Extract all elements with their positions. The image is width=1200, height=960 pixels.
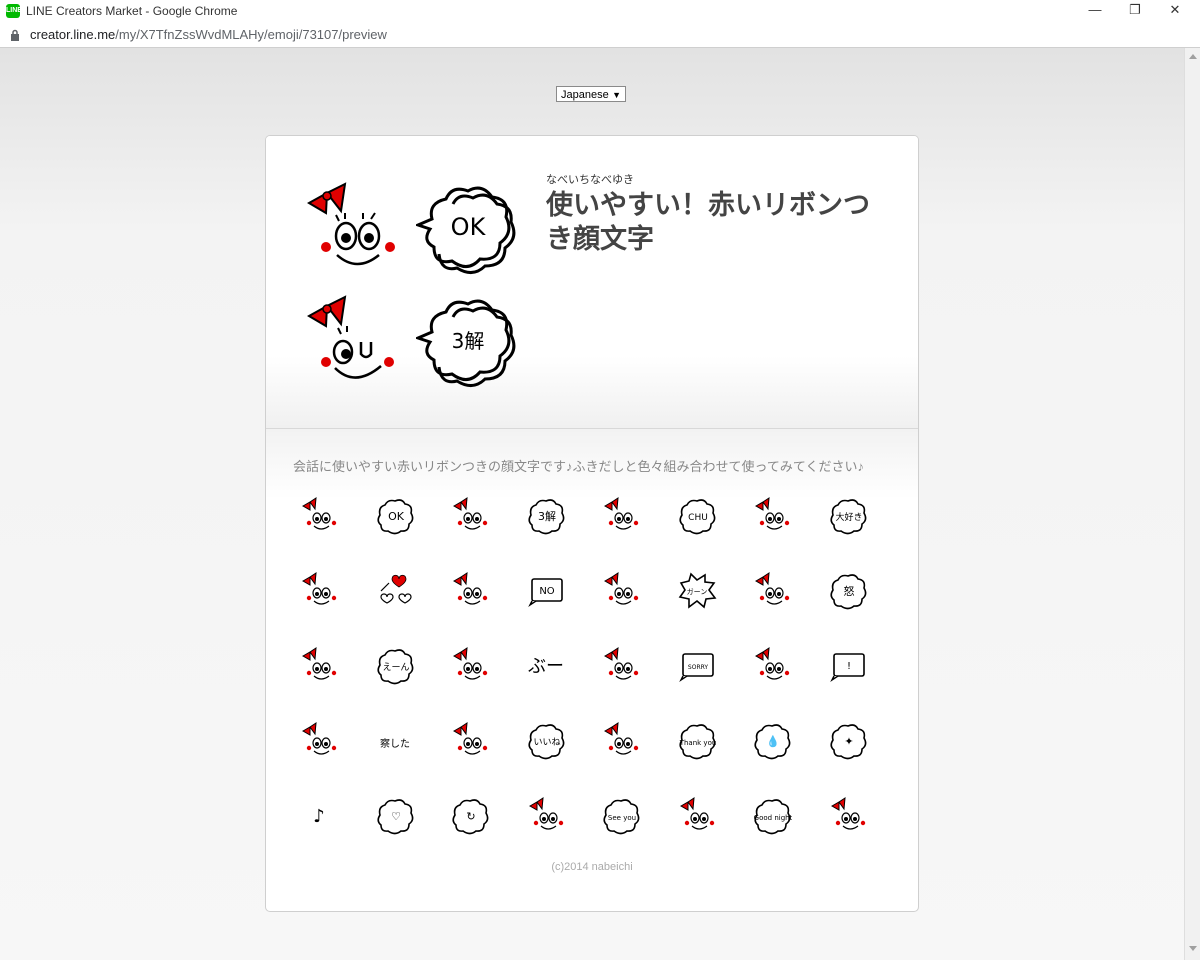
emoji-label: Good night	[754, 814, 792, 822]
emoji-label: えーん	[382, 662, 409, 673]
goodnight-bubble-icon[interactable]: Good night	[752, 796, 792, 836]
emoji-label: Thank you	[678, 739, 716, 747]
emoji-label: ガーン	[686, 587, 707, 596]
ribbon-face-wink-icon[interactable]	[450, 496, 490, 536]
language-select[interactable]: Japanese ▼	[556, 86, 626, 102]
svg-text:3解: 3解	[452, 329, 485, 353]
address-bar[interactable]: creator.line.me/my/X7TfnZssWvdMLAHy/emoj…	[0, 22, 1200, 48]
emoji-label: 察した	[380, 737, 410, 750]
ribbon-face-shock-icon[interactable]	[601, 571, 641, 611]
ribbon-face-grin-icon[interactable]	[601, 721, 641, 761]
een-bubble-icon[interactable]: えーん	[375, 646, 415, 686]
ribbon-face-surprised-icon[interactable]	[752, 646, 792, 686]
ryokai-bubble-icon[interactable]: 3解	[526, 496, 566, 536]
chu-bubble-icon[interactable]: CHU	[677, 496, 717, 536]
emoji-label: See you	[608, 814, 636, 822]
pack-title: 使いやすい！赤いリボンつき顔文字	[546, 190, 870, 254]
buu-text-icon[interactable]: ぶー	[526, 646, 566, 686]
ok-bubble-icon[interactable]: OK	[375, 496, 415, 536]
hero-ok-bubble-icon: OK	[416, 186, 516, 274]
emoji-label: ♡	[391, 810, 401, 823]
heart-face-bubble-icon[interactable]: ♡	[375, 796, 415, 836]
emoji-label: OK	[388, 510, 405, 523]
copyright-text: (c)2014 nabeichi	[551, 861, 633, 873]
music-notes-icon[interactable]: ♪	[299, 796, 339, 836]
author-name: なべいちなべゆき	[546, 174, 634, 186]
window-titlebar: LINE LINE Creators Market - Google Chrom…	[0, 0, 1200, 23]
restore-button[interactable]: ❐	[1116, 0, 1154, 22]
gaan-burst-icon[interactable]: ガーン	[677, 571, 717, 611]
hero-ribbon-face-icon	[306, 182, 395, 266]
hearts-icon[interactable]	[375, 571, 415, 611]
ribbon-face-pout-icon[interactable]	[450, 646, 490, 686]
sorry-box-icon[interactable]: SORRY	[677, 646, 717, 686]
emoji-label: NO	[539, 586, 554, 597]
ribbon-moon-face-icon[interactable]	[828, 796, 868, 836]
ribbon-face-squint-icon[interactable]	[601, 646, 641, 686]
ribbon-face-happy-icon[interactable]	[450, 721, 490, 761]
thankyou-bubble-icon[interactable]: Thank you	[677, 721, 717, 761]
emoji-label: 💧	[766, 735, 780, 748]
url-host: creator.line.me	[30, 27, 116, 42]
exclamation-box-icon[interactable]: !	[828, 646, 868, 686]
scroll-down-icon[interactable]	[1189, 946, 1197, 951]
window-title: LINE Creators Market - Google Chrome	[26, 4, 238, 18]
scroll-up-icon[interactable]	[1189, 54, 1197, 59]
emoji-label: ↻	[466, 810, 475, 823]
no-box-icon[interactable]: NO	[526, 571, 566, 611]
svg-text:OK: OK	[451, 213, 487, 241]
emoji-preview-card: OK 3解 なべいちなべゆき 使いやすい！赤いリボンつき顔文字 会話に使いやすい…	[265, 135, 919, 912]
emoji-label: 怒	[843, 584, 854, 598]
emoji-label: ぶー	[528, 656, 564, 677]
emoji-label: ♪	[313, 806, 325, 827]
ribbon-face-nervous-icon[interactable]	[752, 571, 792, 611]
iine-bubble-icon[interactable]: いいね	[526, 721, 566, 761]
recycle-bubble-icon[interactable]: ↻	[450, 796, 490, 836]
line-app-icon: LINE	[6, 4, 22, 18]
close-button[interactable]: ✕	[1156, 0, 1194, 22]
ribbon-face-side-icon[interactable]	[526, 796, 566, 836]
ribbon-face-laugh-icon[interactable]	[299, 721, 339, 761]
dropdown-caret-icon: ▼	[612, 90, 621, 100]
sasshita-text-icon[interactable]: 察した	[375, 721, 415, 761]
emoji-label: !	[846, 661, 850, 672]
emoji-label: CHU	[688, 513, 708, 523]
ribbon-face-kiss-icon[interactable]	[450, 571, 490, 611]
pack-description: 会話に使いやすい赤いリボンつきの顔文字です♪ふきだしと色々組み合わせて使ってみて…	[293, 459, 864, 474]
seeyou-bubble-icon[interactable]: See you	[601, 796, 641, 836]
emoji-label: SORRY	[687, 664, 707, 671]
ribbon-face-tongue-icon[interactable]	[752, 496, 792, 536]
minimize-button[interactable]: —	[1076, 0, 1114, 22]
ribbon-face-uu-icon[interactable]	[601, 496, 641, 536]
ribbon-face-cry-icon[interactable]	[299, 646, 339, 686]
language-selected-value: Japanese	[561, 89, 609, 101]
ribbon-face-smile-icon[interactable]	[299, 496, 339, 536]
sparkle-bubble-icon[interactable]: ✦	[828, 721, 868, 761]
ribbon-face-blush-icon[interactable]	[677, 796, 717, 836]
url-path: /my/X7TfnZssWvdMLAHy/emoji/73107/preview	[115, 27, 387, 42]
emoji-label: 大好き	[835, 511, 862, 523]
sweat-bubble-icon[interactable]: 💧	[752, 721, 792, 761]
hero-ryokai-bubble-icon: 3解	[416, 299, 516, 387]
emoji-label: いいね	[533, 737, 560, 748]
hero-ribbon-face-uu-icon	[306, 295, 394, 379]
vertical-scrollbar[interactable]	[1184, 48, 1200, 960]
angry-bubble-icon[interactable]: 怒	[828, 571, 868, 611]
emoji-label: ✦	[844, 735, 853, 748]
emoji-label: 3解	[538, 509, 556, 523]
url-text[interactable]: creator.line.me/my/X7TfnZssWvdMLAHy/emoj…	[30, 27, 387, 42]
daisuki-bubble-icon[interactable]: 大好き	[828, 496, 868, 536]
ribbon-face-cheer-icon[interactable]	[299, 571, 339, 611]
lock-icon	[10, 28, 20, 46]
